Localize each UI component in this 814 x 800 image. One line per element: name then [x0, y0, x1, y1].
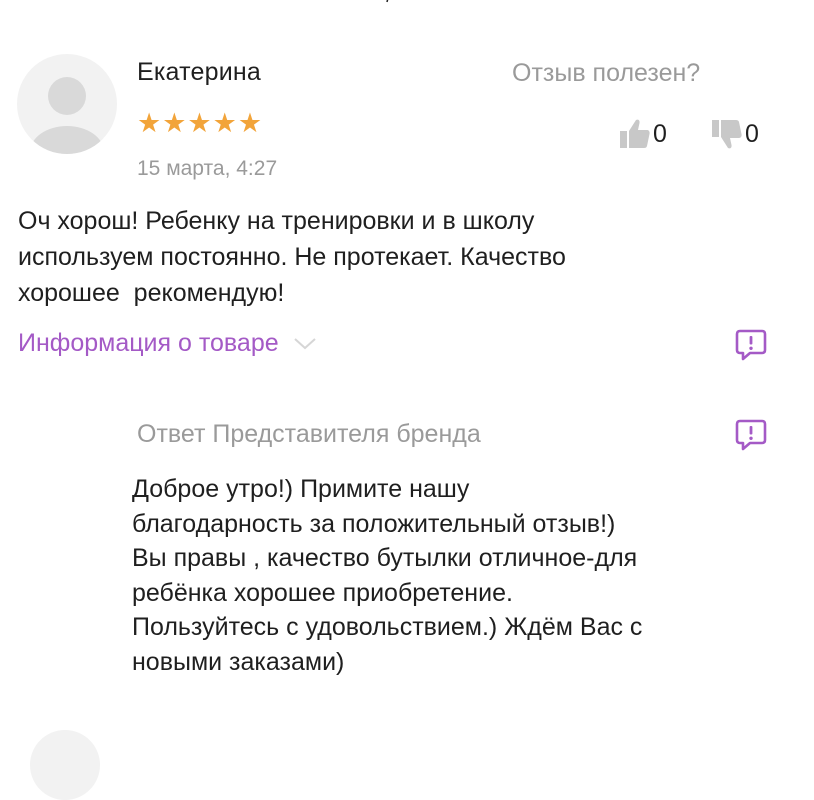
thumbs-up-icon	[620, 119, 650, 148]
like-button[interactable]: 0	[619, 114, 667, 154]
product-info-label: Информация о товаре	[18, 329, 279, 357]
report-review-button[interactable]	[734, 328, 768, 362]
thumbs-down-icon	[712, 120, 742, 149]
chevron-down-icon	[293, 337, 316, 349]
next-review-avatar	[30, 730, 100, 800]
report-reply-button[interactable]	[734, 418, 768, 452]
avatar[interactable]	[17, 54, 117, 154]
like-count: 0	[653, 119, 667, 148]
user-avatar-icon	[30, 77, 104, 154]
brand-reply-text: Доброе утро!) Примите нашу благодарность…	[132, 475, 643, 676]
report-message-icon	[735, 329, 767, 361]
rating-stars: ★★★★★	[137, 108, 264, 138]
helpful-question: Отзыв полезен?	[512, 59, 701, 87]
dislike-count: 0	[745, 119, 759, 148]
review-author: Екатерина	[137, 58, 261, 86]
review-date: 15 марта, 4:27	[137, 157, 278, 180]
previous-item-fragment	[384, 0, 392, 4]
product-info-toggle[interactable]: Информация о товаре	[18, 329, 317, 358]
review-text: Оч хорош! Ребенку на тренировки и в школ…	[18, 207, 566, 307]
report-message-icon	[735, 419, 767, 451]
brand-reply-title: Ответ Представителя бренда	[137, 420, 481, 448]
dislike-button[interactable]: 0	[711, 114, 759, 154]
